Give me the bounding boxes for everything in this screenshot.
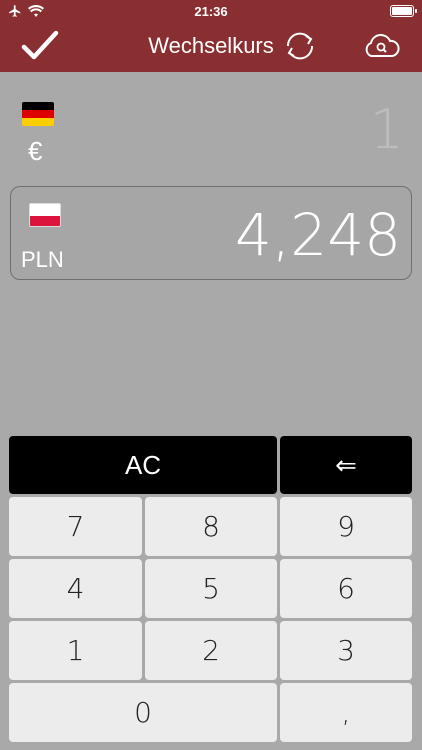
flag-stripe (22, 102, 54, 110)
flag-stripe (22, 110, 54, 118)
keypad: AC ⇐ 7 8 9 4 5 6 1 2 3 0 , (0, 434, 422, 750)
target-currency-box[interactable]: PLN 4,248 (10, 186, 412, 280)
key-9[interactable]: 9 (280, 497, 412, 556)
key-5[interactable]: 5 (145, 559, 277, 618)
source-currency-symbol: € (28, 136, 43, 166)
flag-stripe (30, 216, 60, 226)
flag-stripe (22, 118, 54, 126)
status-time: 21:36 (194, 4, 228, 19)
poland-flag-icon (29, 203, 61, 227)
page-title: Wechselkurs (148, 33, 274, 58)
target-amount: 4,248 (234, 201, 401, 269)
key-4[interactable]: 4 (9, 559, 142, 618)
navigation-bar: 21:36 Wechselkurs (0, 0, 422, 72)
key-0[interactable]: 0 (9, 683, 277, 742)
key-2[interactable]: 2 (145, 621, 277, 680)
key-6[interactable]: 6 (280, 559, 412, 618)
flag-stripe (30, 204, 60, 216)
decimal-key[interactable]: , (280, 683, 412, 742)
source-currency-row[interactable]: € 1 (0, 72, 422, 182)
key-8[interactable]: 8 (145, 497, 277, 556)
target-currency-code: PLN (21, 247, 64, 272)
backspace-button[interactable]: ⇐ (280, 436, 412, 494)
key-3[interactable]: 3 (280, 621, 412, 680)
cloud-search-icon (365, 33, 400, 57)
key-1[interactable]: 1 (9, 621, 142, 680)
key-7[interactable]: 7 (9, 497, 142, 556)
clear-button[interactable]: AC (9, 436, 277, 494)
refresh-button[interactable] (280, 26, 320, 66)
source-amount: 1 (369, 98, 404, 161)
cloud-search-button[interactable] (362, 32, 400, 60)
refresh-icon (286, 32, 314, 60)
germany-flag-icon (22, 102, 54, 126)
status-bar: 21:36 (0, 0, 422, 22)
battery-icon (390, 5, 417, 17)
